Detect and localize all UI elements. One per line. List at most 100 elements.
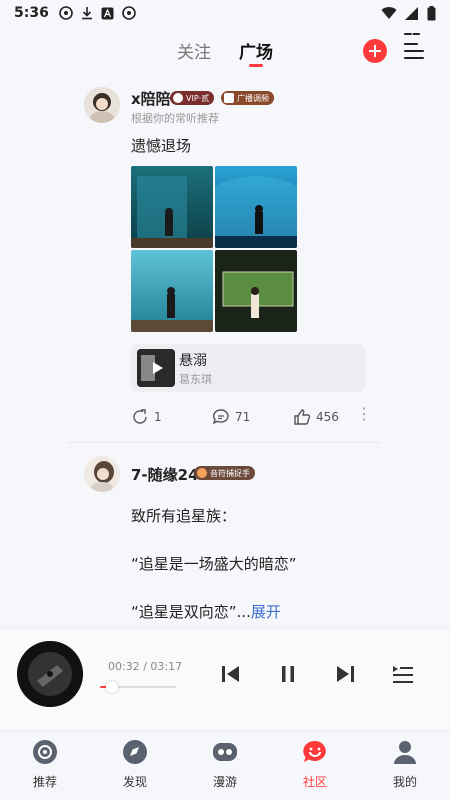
- nav-roam-label: 漫游: [212, 775, 237, 789]
- previous-button[interactable]: [219, 662, 243, 686]
- vip-icon: [173, 93, 183, 103]
- thumbs-up-icon: [294, 409, 311, 425]
- recommend-icon: [33, 740, 57, 764]
- achievement-badge: 音符捕捉手: [194, 466, 255, 480]
- active-tab-indicator: [249, 64, 263, 67]
- comment-button[interactable]: 71: [212, 408, 250, 426]
- aquarium-photo: [131, 250, 213, 332]
- wifi-icon: [381, 6, 397, 19]
- post-line-3[interactable]: “追星是双向恋”...展开: [131, 601, 281, 622]
- status-time: 5:36: [14, 5, 49, 21]
- nav-community[interactable]: 社区: [285, 739, 345, 790]
- vip-badge-label: VIP·贰: [186, 93, 210, 103]
- menu-button[interactable]: 1: [404, 29, 426, 61]
- status-bar: 5:36: [0, 0, 450, 26]
- total-time: 03:17: [150, 660, 183, 673]
- post-photo-3[interactable]: [131, 250, 213, 332]
- radio-icon: [224, 93, 234, 103]
- nav-discover-label: 发现: [122, 775, 147, 789]
- recommend-reason: 根据你的常听推荐: [131, 112, 219, 125]
- album-disc[interactable]: [17, 641, 83, 707]
- song-cover-image: [137, 349, 175, 387]
- status-notification-icons: [59, 6, 136, 20]
- post-text[interactable]: 遗憾退场: [131, 135, 191, 156]
- nav-recommend-label: 推荐: [32, 775, 57, 789]
- feed[interactable]: x陪陪 VIP·贰 广播调频 根据你的常听推荐 遗憾退场 悬溺 葛东琪 1 71…: [0, 74, 450, 630]
- share-icon: [133, 409, 147, 424]
- nav-profile-label: 我的: [392, 775, 417, 789]
- battery-icon: [427, 5, 436, 20]
- post-line-2[interactable]: “追星是一场盛大的暗恋”: [131, 553, 297, 574]
- menu-line: [404, 43, 418, 45]
- next-button[interactable]: [333, 662, 357, 686]
- dj-badge-label: 广播调频: [237, 93, 269, 103]
- comment-count: 71: [235, 410, 251, 424]
- nav-discover[interactable]: 发现: [105, 739, 165, 790]
- avatar-image: [84, 456, 120, 492]
- roam-icon: [213, 743, 237, 761]
- aquarium-photo: [131, 166, 213, 248]
- plus-icon: [369, 45, 381, 57]
- current-time: 00:32: [108, 660, 140, 673]
- aquarium-photo: [215, 250, 297, 332]
- aquarium-photo: [215, 166, 297, 248]
- nav-profile[interactable]: 我的: [375, 739, 435, 790]
- pause-icon: [282, 666, 294, 682]
- nav-community-label: 社区: [302, 775, 327, 789]
- post-line-3-text: “追星是双向恋”...: [131, 603, 251, 621]
- like-count: 456: [316, 410, 339, 424]
- create-post-button[interactable]: [363, 39, 387, 63]
- post-photo-2[interactable]: [215, 166, 297, 248]
- community-icon: [303, 740, 326, 762]
- share-button[interactable]: 1: [131, 408, 162, 426]
- previous-icon: [222, 666, 239, 682]
- progress-knob[interactable]: [106, 681, 119, 693]
- achievement-badge-label: 音符捕捉手: [210, 468, 250, 478]
- progress-bar[interactable]: [100, 681, 176, 693]
- discover-icon: [123, 740, 147, 764]
- username[interactable]: 7-随缘24i: [131, 464, 204, 485]
- menu-line: [404, 50, 424, 52]
- comment-icon: [212, 409, 229, 425]
- post-photo-1[interactable]: [131, 166, 213, 248]
- heart-note-icon: [197, 468, 207, 478]
- post-divider: [68, 442, 380, 443]
- pause-button[interactable]: [276, 662, 300, 686]
- album-cover: [17, 641, 83, 707]
- expand-link[interactable]: 展开: [251, 603, 281, 621]
- song-cover: [137, 349, 175, 387]
- like-button[interactable]: 456: [293, 408, 339, 426]
- dj-badge: 广播调频: [221, 91, 274, 105]
- download-icon: [81, 7, 92, 20]
- bottom-nav: 推荐 发现 漫游 社区 我的: [0, 730, 450, 800]
- avatar-image: [84, 87, 120, 123]
- playlist-button[interactable]: [391, 662, 415, 686]
- top-nav: 关注 广场 1: [0, 26, 450, 74]
- avatar[interactable]: [84, 456, 120, 492]
- menu-line: [404, 57, 424, 59]
- signal-icon: [405, 6, 418, 20]
- status-system-icons: [381, 5, 436, 21]
- app-a-icon: [101, 7, 114, 19]
- netease-music-icon: [59, 6, 73, 20]
- next-icon: [337, 666, 354, 682]
- vip-badge: VIP·贰: [170, 91, 215, 105]
- song-title: 悬溺: [179, 353, 207, 369]
- song-artist: 葛东琪: [179, 373, 212, 386]
- tab-following[interactable]: 关注: [177, 38, 211, 63]
- post-photo-4[interactable]: [215, 250, 297, 332]
- time-separator: /: [139, 660, 151, 673]
- more-options-icon[interactable]: ⋮: [356, 404, 372, 423]
- tab-square[interactable]: 广场: [239, 38, 273, 63]
- playback-time: 00:32 / 03:17: [108, 660, 182, 673]
- nav-recommend[interactable]: 推荐: [15, 739, 75, 790]
- nav-roam[interactable]: 漫游: [195, 739, 255, 790]
- avatar[interactable]: [84, 87, 120, 123]
- username[interactable]: x陪陪: [131, 88, 171, 109]
- mini-player[interactable]: 00:32 / 03:17: [0, 630, 450, 730]
- netease-music-icon-2: [122, 6, 136, 20]
- menu-badge: 1: [404, 29, 420, 40]
- playlist-icon: [393, 666, 413, 683]
- song-card[interactable]: 悬溺 葛东琪: [131, 344, 366, 392]
- post-line-1[interactable]: 致所有追星族：: [131, 505, 236, 526]
